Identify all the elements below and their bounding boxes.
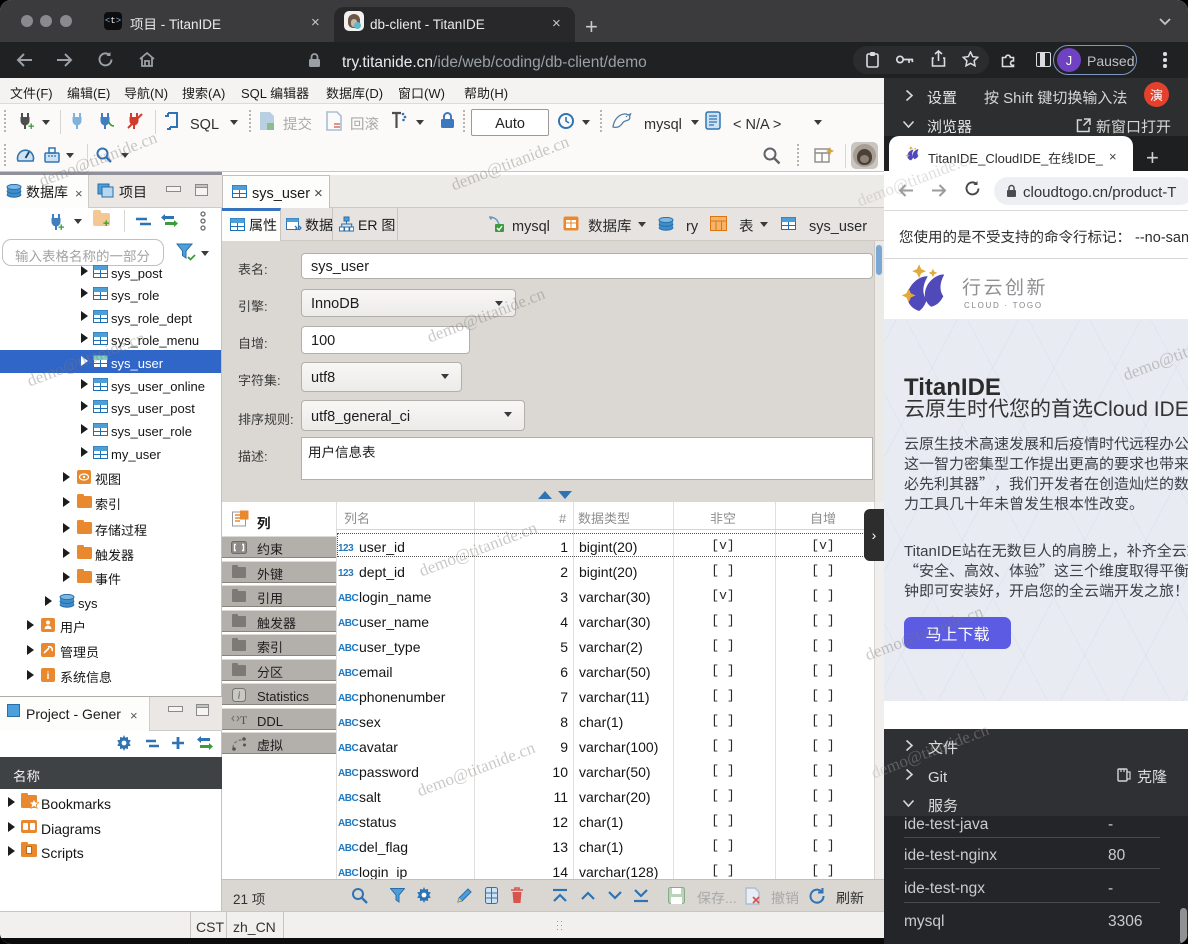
svg-text:+: + [58, 219, 64, 231]
svg-text:T: T [240, 713, 248, 726]
svg-text:+: + [28, 118, 34, 130]
svg-text:i: i [238, 691, 241, 702]
